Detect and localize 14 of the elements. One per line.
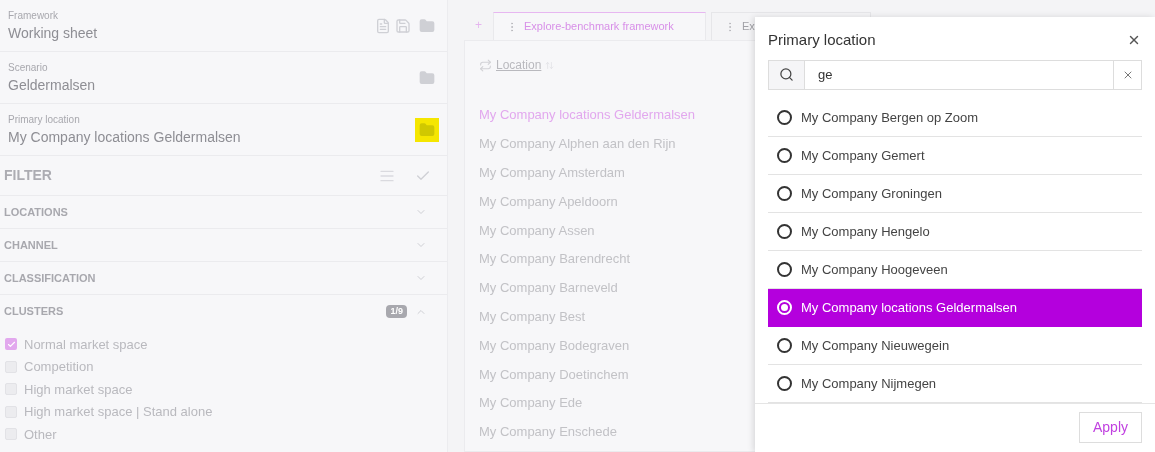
checkbox-label: Competition xyxy=(24,358,94,376)
checkbox-label: Other xyxy=(24,425,57,444)
field-value: Working sheet xyxy=(8,23,99,43)
checkbox-label: High market space xyxy=(24,380,133,399)
checkbox-label: High market space | Stand alone xyxy=(24,403,213,421)
filter-title: FILTER xyxy=(4,166,53,185)
dialog-title: Primary location xyxy=(768,30,877,51)
field-value: My Company locations Geldermalsen xyxy=(8,127,242,147)
count-badge: 1/9 xyxy=(386,304,407,319)
checkbox-label: Normal market space xyxy=(24,335,148,354)
field-label: Scenario xyxy=(8,60,49,75)
field-value: Geldermalsen xyxy=(8,75,97,95)
field-label: Framework xyxy=(8,8,59,23)
field-label: Primary location xyxy=(8,112,81,127)
